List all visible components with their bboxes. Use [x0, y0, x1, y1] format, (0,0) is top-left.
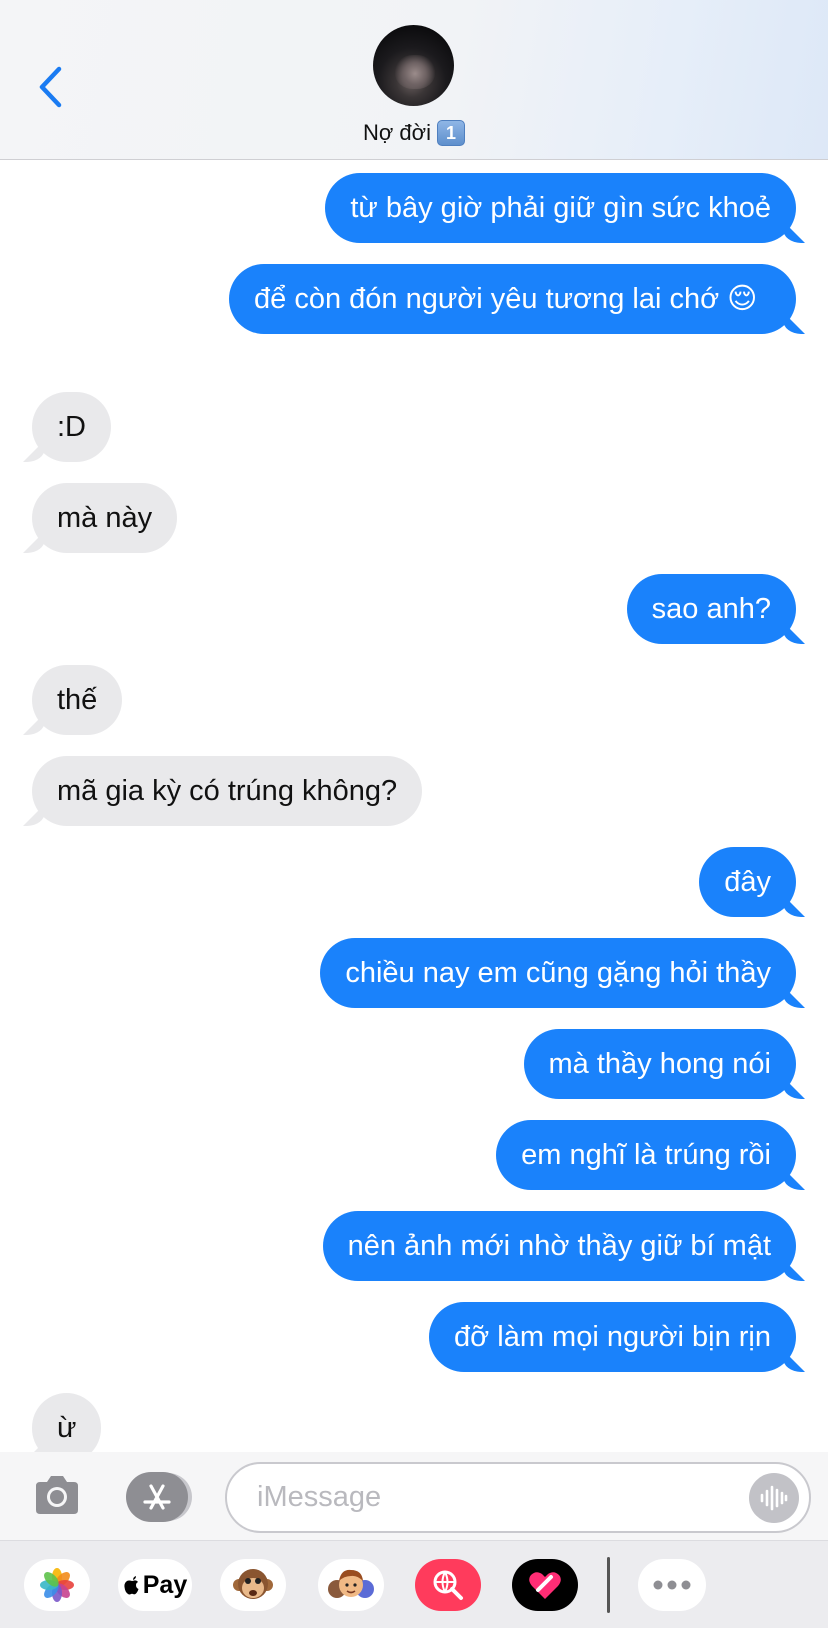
digital-touch-heart-icon [529, 1572, 561, 1599]
web-search-button[interactable] [415, 1559, 481, 1611]
message-bubble-received[interactable]: :D [32, 392, 111, 462]
app-store-icon [143, 1484, 171, 1510]
more-apps-button[interactable] [638, 1559, 706, 1611]
audio-message-button[interactable] [749, 1473, 799, 1523]
message-bubble-received[interactable]: mã gia kỳ có trúng không? [32, 756, 423, 826]
contact-avatar[interactable] [373, 25, 454, 106]
apple-pay-label: Pay [142, 1570, 188, 1599]
photos-app-icon [40, 1568, 74, 1602]
contact-name: Nợ đời [363, 120, 431, 145]
apple-pay-button[interactable]: Pay [118, 1559, 192, 1611]
avatar-photo [395, 55, 435, 89]
globe-search-icon [433, 1570, 463, 1600]
animoji-button[interactable] [220, 1559, 286, 1611]
message-bubble-sent[interactable]: từ bây giờ phải giữ gìn sức khoẻ [325, 173, 796, 243]
memoji-button[interactable] [318, 1559, 384, 1611]
ellipsis-icon [653, 1580, 691, 1590]
imessage-placeholder: iMessage [257, 1481, 382, 1513]
photos-app-button[interactable] [24, 1559, 90, 1611]
keycap-one-emoji: 1 [436, 120, 465, 146]
message-bubble-received[interactable]: thế [32, 665, 123, 735]
message-bubble-sent[interactable]: mà thầy hong nói [523, 1029, 796, 1099]
app-store-button[interactable] [126, 1472, 188, 1522]
apple-logo-icon [124, 1576, 139, 1595]
camera-button[interactable] [32, 1468, 82, 1524]
message-bubble-sent[interactable]: chiều nay em cũng gặng hỏi thầy [320, 938, 796, 1008]
waveform-icon [760, 1485, 788, 1511]
message-thread[interactable]: từ bây giờ phải giữ gìn sức khoẻ để còn … [0, 161, 828, 1452]
message-bubble-sent[interactable]: đỡ làm mọi người bịn rịn [429, 1302, 796, 1372]
back-button[interactable] [30, 62, 70, 112]
message-composer: iMessage [0, 1452, 828, 1540]
digital-touch-button[interactable] [512, 1559, 578, 1611]
imessage-input[interactable]: iMessage [225, 1462, 811, 1533]
contact-name-row[interactable]: Nợ đời 1 [0, 120, 828, 146]
message-bubble-sent[interactable]: em nghĩ là trúng rồi [496, 1120, 796, 1190]
chevron-left-icon [39, 66, 62, 108]
drawer-divider [607, 1557, 610, 1613]
conversation-header: Nợ đời 1 [0, 0, 828, 160]
message-bubble-received[interactable]: mà này [32, 483, 178, 553]
message-bubble-sent[interactable]: để còn đón người yêu tương lai chớ 😌 [229, 264, 796, 334]
app-drawer: Pay [0, 1540, 828, 1628]
camera-icon [36, 1476, 78, 1514]
monkey-animoji-icon [233, 1569, 273, 1599]
memoji-icon [328, 1569, 374, 1598]
message-bubble-received[interactable]: ừ [32, 1393, 102, 1452]
message-bubble-sent[interactable]: đây [699, 847, 796, 917]
message-bubble-sent[interactable]: sao anh? [626, 574, 796, 644]
message-bubble-sent[interactable]: nên ảnh mới nhờ thầy giữ bí mật [322, 1211, 796, 1281]
